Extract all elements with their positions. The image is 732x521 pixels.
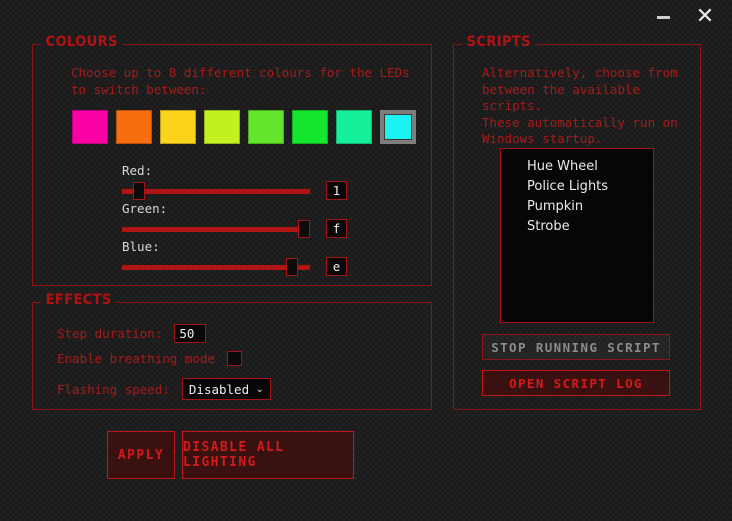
swatch-lime[interactable]	[204, 110, 240, 144]
step-duration-row: Step duration: 50	[57, 324, 207, 343]
blue-slider-track	[122, 264, 310, 270]
scripts-group-label: SCRIPTS	[462, 35, 536, 49]
green-slider-track	[122, 226, 310, 232]
script-list-item[interactable]: Hue Wheel	[501, 157, 653, 177]
script-list-item[interactable]: Police Lights	[501, 177, 653, 197]
blue-slider-thumb[interactable]	[286, 257, 298, 276]
swatch-orange[interactable]	[116, 110, 152, 144]
breathing-mode-row: Enable breathing mode	[57, 351, 243, 366]
flashing-speed-value: Disabled	[188, 381, 250, 397]
breathing-mode-checkbox[interactable]	[227, 351, 243, 366]
swatch-spring[interactable]	[336, 110, 372, 144]
swatch-cyan[interactable]	[380, 110, 416, 144]
close-icon: ✕	[695, 4, 715, 29]
blue-slider-label: Blue:	[122, 239, 160, 254]
red-slider[interactable]	[122, 181, 310, 200]
chevron-down-icon: ⌄	[255, 383, 264, 395]
green-slider-thumb[interactable]	[298, 219, 310, 238]
swatch-green[interactable]	[248, 110, 284, 144]
apply-button[interactable]: APPLY	[107, 431, 175, 479]
blue-slider[interactable]	[122, 257, 310, 276]
breathing-mode-label: Enable breathing mode	[57, 351, 216, 366]
minimize-button[interactable]	[640, 0, 686, 34]
blue-slider-block: Blue: e	[122, 239, 347, 276]
green-slider-label: Green:	[122, 201, 168, 216]
red-value-field[interactable]: 1	[326, 181, 347, 200]
close-button[interactable]: ✕	[682, 0, 728, 34]
green-value-field[interactable]: f	[326, 219, 347, 238]
effects-group-label: EFFECTS	[41, 293, 117, 307]
led-control-window: ✕ COLOURS Choose up to 8 different colou…	[0, 0, 732, 521]
script-list[interactable]: Hue Wheel Police Lights Pumpkin Strobe	[500, 148, 654, 323]
green-slider[interactable]	[122, 219, 310, 238]
scripts-description: Alternatively, choose from between the a…	[482, 65, 678, 146]
colours-group-label: COLOURS	[41, 35, 123, 49]
script-list-item[interactable]: Pumpkin	[501, 197, 653, 217]
minimize-icon	[656, 15, 670, 19]
script-list-item[interactable]: Strobe	[501, 217, 653, 237]
red-slider-thumb[interactable]	[133, 181, 145, 200]
flashing-speed-row: Flashing speed: Disabled ⌄	[57, 378, 271, 400]
step-duration-label: Step duration:	[57, 326, 163, 341]
step-duration-input[interactable]: 50	[174, 324, 207, 343]
swatch-yellow[interactable]	[160, 110, 196, 144]
open-script-log-button[interactable]: OPEN SCRIPT LOG	[482, 370, 670, 396]
red-slider-track	[122, 188, 310, 194]
flashing-speed-label: Flashing speed:	[57, 381, 170, 397]
swatch-magenta[interactable]	[72, 110, 108, 144]
colours-description: Choose up to 8 different colours for the…	[71, 65, 410, 97]
disable-all-lighting-button[interactable]: DISABLE ALL LIGHTING	[182, 431, 354, 479]
stop-running-script-button[interactable]: STOP RUNNING SCRIPT	[482, 334, 670, 360]
blue-value-field[interactable]: e	[326, 257, 347, 276]
colour-swatch-row	[72, 110, 416, 144]
red-slider-label: Red:	[122, 163, 153, 178]
flashing-speed-select[interactable]: Disabled ⌄	[181, 378, 271, 400]
green-slider-block: Green: f	[122, 201, 347, 238]
title-bar: ✕	[0, 0, 732, 36]
swatch-green2[interactable]	[292, 110, 328, 144]
red-slider-block: Red: 1	[122, 163, 347, 200]
